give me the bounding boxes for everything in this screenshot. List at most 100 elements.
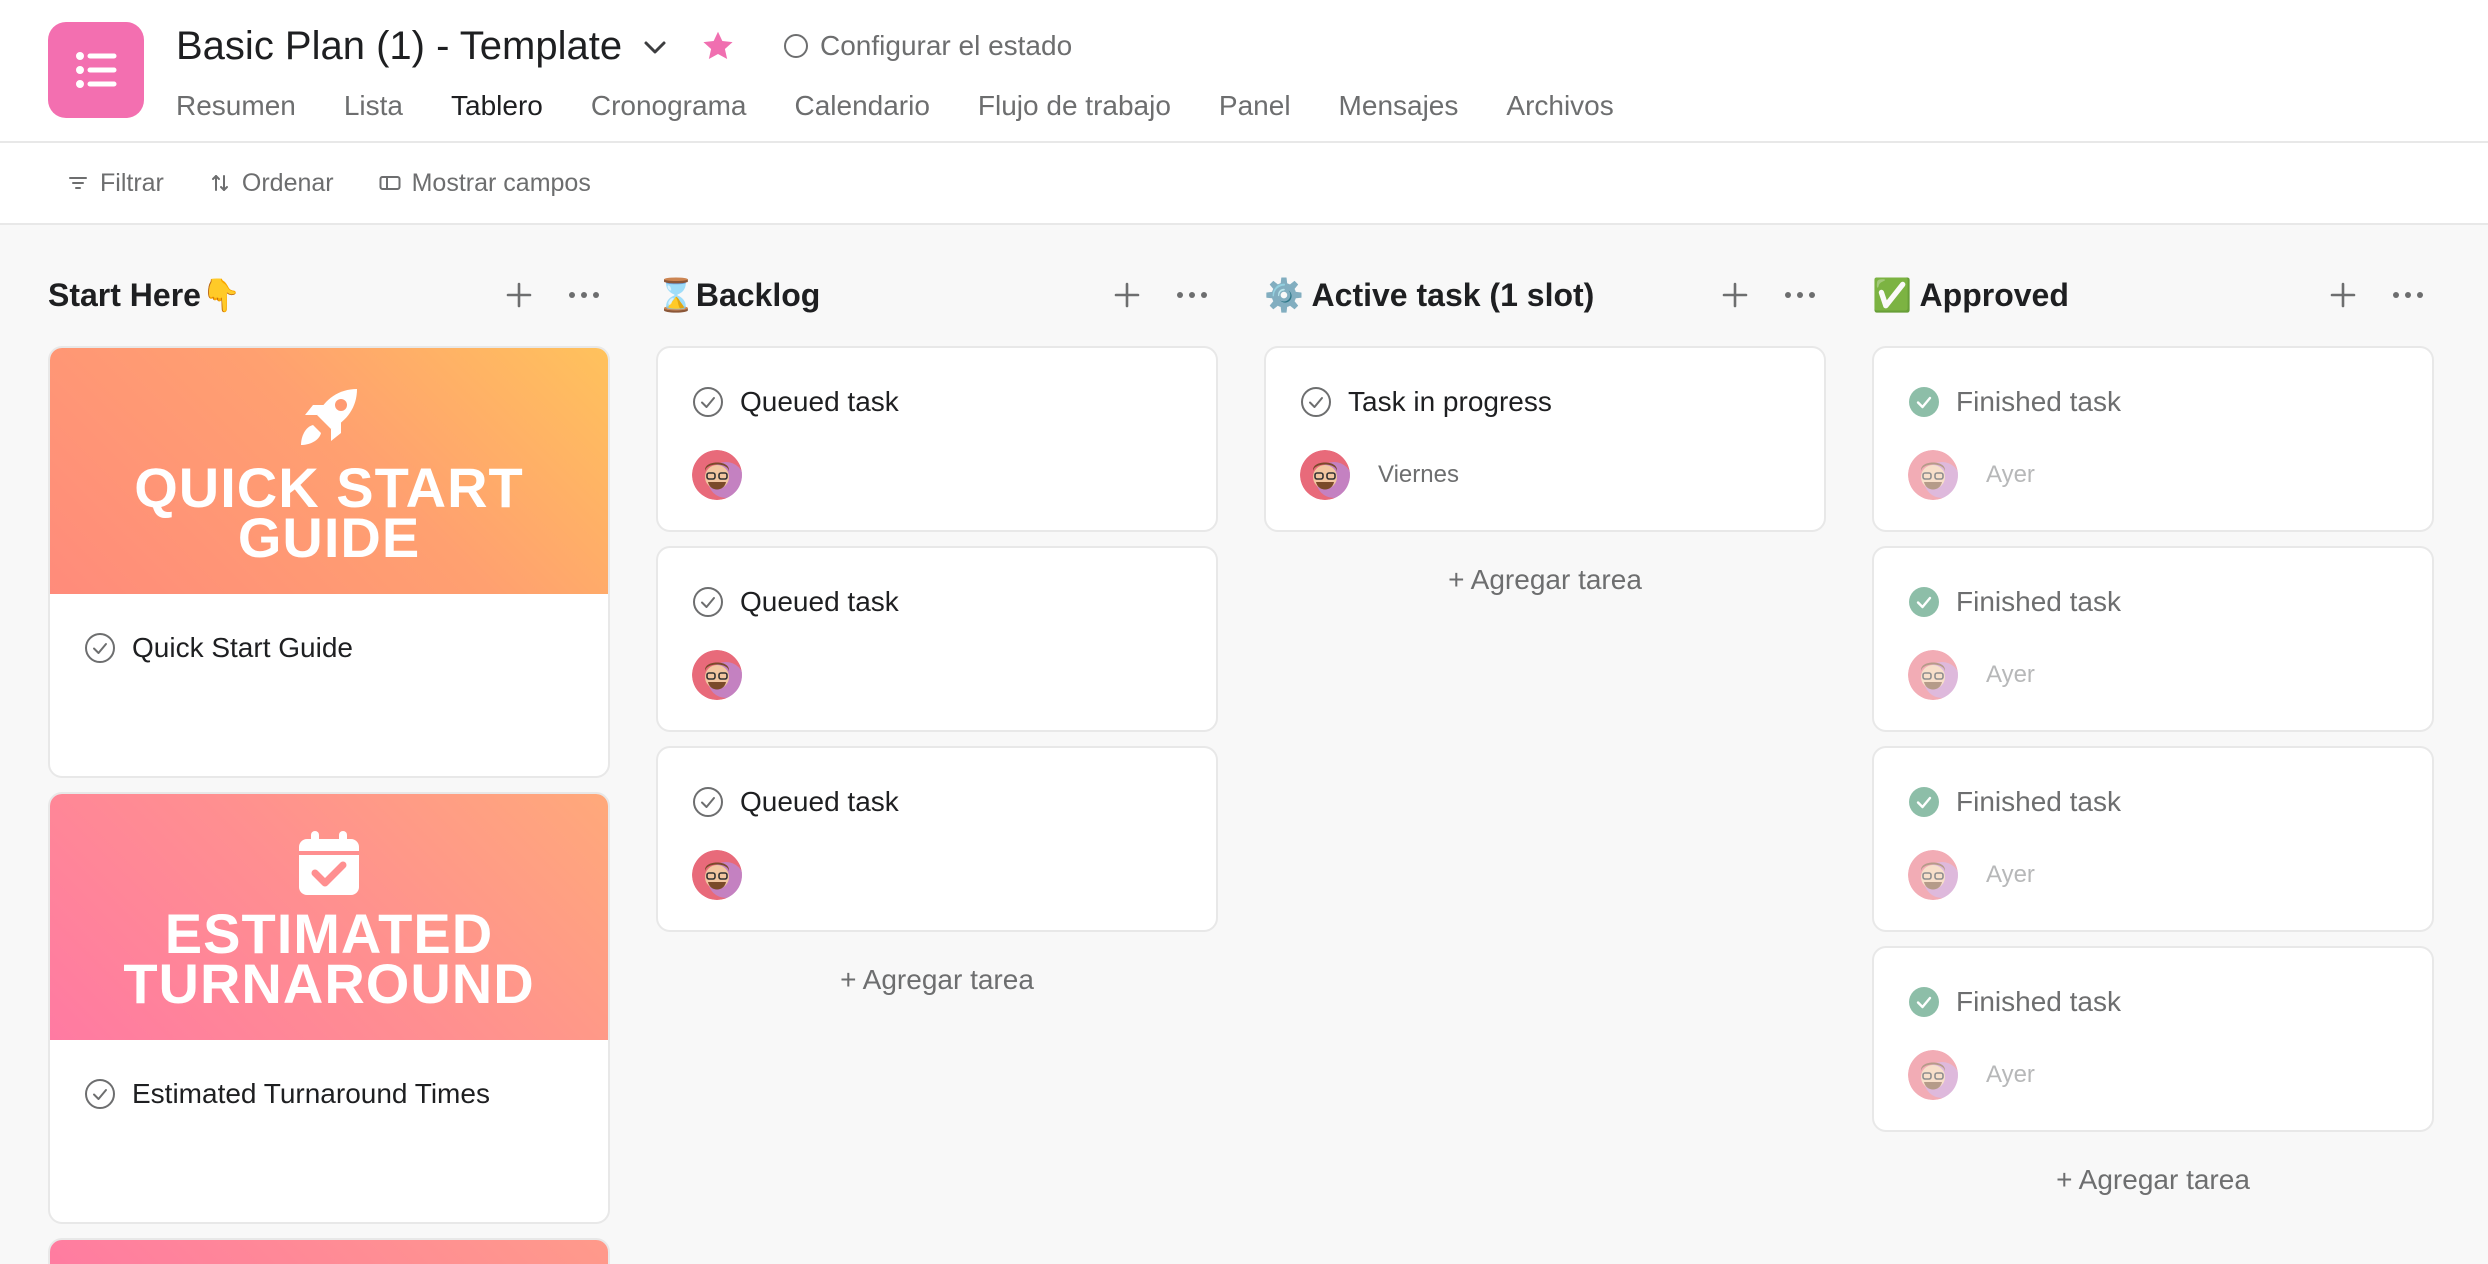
due-date: Ayer <box>1986 661 2035 688</box>
cover-title: ESTIMATED TURNAROUND <box>123 902 535 1015</box>
avatar[interactable] <box>692 850 742 900</box>
more-options-icon[interactable] <box>2388 278 2428 312</box>
task-title: Finished task <box>1956 786 2121 817</box>
sort-button[interactable]: Ordenar <box>208 169 334 198</box>
due-date: Ayer <box>1986 461 2035 488</box>
task-card-completed[interactable]: Finished task Ayer <box>1872 346 2434 532</box>
card-cover-image: ESTIMATED TURNAROUND <box>50 794 608 1040</box>
column-header: ✅ Approved <box>1872 262 2434 328</box>
board-column-backlog: ⌛Backlog Queued task Queued task Queued … <box>656 262 1218 995</box>
column-title: Start Here👇 <box>48 277 241 313</box>
more-options-icon[interactable] <box>1780 278 1820 312</box>
check-circle-icon[interactable] <box>692 586 724 618</box>
check-circle-icon[interactable] <box>84 632 116 664</box>
more-options-icon[interactable] <box>1172 278 1212 312</box>
task-card-completed[interactable]: Finished task Ayer <box>1872 946 2434 1132</box>
task-title: Finished task <box>1956 386 2121 417</box>
tab-lista[interactable]: Lista <box>344 86 403 143</box>
tab-cronograma[interactable]: Cronograma <box>591 86 747 143</box>
task-title: Estimated Turnaround Times <box>132 1078 490 1109</box>
board-column-start-here: Start Here👇 QUICK START GUIDE Quick Star… <box>48 262 610 1264</box>
task-card[interactable]: Queued task <box>656 546 1218 732</box>
avatar[interactable] <box>692 650 742 700</box>
column-title: ⚙️ Active task (1 slot) <box>1264 277 1595 313</box>
calendar-check-icon <box>299 831 359 895</box>
column-title: ✅ Approved <box>1872 277 2069 313</box>
task-card[interactable]: Queued task <box>656 346 1218 532</box>
avatar[interactable] <box>1908 1050 1958 1100</box>
plus-icon[interactable] <box>1110 278 1144 312</box>
project-title[interactable]: Basic Plan (1) - Template <box>176 20 622 72</box>
check-circle-icon[interactable] <box>692 386 724 418</box>
card-cover-image: QUICK START GUIDE <box>50 348 608 594</box>
cover-title: QUICK START GUIDE <box>134 456 524 569</box>
tab-panel[interactable]: Panel <box>1219 86 1291 143</box>
tab-resumen[interactable]: Resumen <box>176 86 296 143</box>
plus-icon[interactable] <box>502 278 536 312</box>
task-title: Task in progress <box>1348 386 1552 417</box>
check-circle-filled-icon[interactable] <box>1908 586 1940 618</box>
due-date: Ayer <box>1986 1061 2035 1088</box>
set-status-button[interactable]: Configurar el estado <box>784 24 1072 68</box>
add-task-button[interactable]: + Agregar tarea <box>1872 1164 2434 1196</box>
filter-label: Filtrar <box>100 168 164 197</box>
column-header: Start Here👇 <box>48 262 610 328</box>
task-card[interactable]: Queued task <box>656 746 1218 932</box>
task-card-completed[interactable]: Finished task Ayer <box>1872 546 2434 732</box>
set-status-label: Configurar el estado <box>820 30 1073 61</box>
task-card-completed[interactable]: Finished task Ayer <box>1872 746 2434 932</box>
task-title: Queued task <box>740 586 899 617</box>
task-card-partial[interactable] <box>48 1238 610 1264</box>
chevron-down-icon[interactable] <box>638 30 672 64</box>
more-options-icon[interactable] <box>564 278 604 312</box>
column-header: ⚙️ Active task (1 slot) <box>1264 262 1826 328</box>
plus-icon[interactable] <box>1718 278 1752 312</box>
tab-flujo-de-trabajo[interactable]: Flujo de trabajo <box>978 86 1171 143</box>
avatar[interactable] <box>1300 450 1350 500</box>
check-circle-icon[interactable] <box>84 1078 116 1110</box>
column-header: ⌛Backlog <box>656 262 1218 328</box>
board-toolbar: Filtrar Ordenar Mostrar campos <box>0 143 2488 225</box>
check-circle-icon[interactable] <box>692 786 724 818</box>
check-circle-icon[interactable] <box>1300 386 1332 418</box>
show-fields-button[interactable]: Mostrar campos <box>378 169 591 198</box>
star-icon[interactable] <box>700 28 736 64</box>
task-title: Queued task <box>740 786 899 817</box>
plus-icon[interactable] <box>2326 278 2360 312</box>
show-fields-label: Mostrar campos <box>411 168 591 197</box>
check-circle-filled-icon[interactable] <box>1908 986 1940 1018</box>
status-circle-icon <box>784 34 808 58</box>
tab-mensajes[interactable]: Mensajes <box>1339 86 1459 143</box>
filter-icon <box>69 177 87 189</box>
tab-calendario[interactable]: Calendario <box>794 86 929 143</box>
project-list-icon[interactable] <box>48 22 144 118</box>
sort-label: Ordenar <box>241 168 334 197</box>
fields-icon <box>379 176 401 190</box>
check-circle-filled-icon[interactable] <box>1908 786 1940 818</box>
task-title: Quick Start Guide <box>132 632 353 663</box>
task-card[interactable]: QUICK START GUIDE Quick Start Guide <box>48 346 610 778</box>
avatar[interactable] <box>1908 850 1958 900</box>
filter-button[interactable]: Filtrar <box>66 169 164 198</box>
add-task-button[interactable]: + Agregar tarea <box>1264 564 1826 596</box>
tab-archivos[interactable]: Archivos <box>1506 86 1613 143</box>
project-tabs: Resumen Lista Tablero Cronograma Calenda… <box>176 86 1662 158</box>
task-card[interactable]: ESTIMATED TURNAROUND Estimated Turnaroun… <box>48 792 610 1224</box>
board-column-approved: ✅ Approved Finished task Ayer Finished t… <box>1872 262 2434 1195</box>
avatar[interactable] <box>1908 450 1958 500</box>
task-card[interactable]: Task in progress Viernes <box>1264 346 1826 532</box>
check-circle-filled-icon[interactable] <box>1908 386 1940 418</box>
tab-tablero[interactable]: Tablero <box>451 86 543 158</box>
board-column-active-task: ⚙️ Active task (1 slot) Task in progress… <box>1264 262 1826 595</box>
sort-icon <box>211 175 228 191</box>
task-title: Finished task <box>1956 986 2121 1017</box>
task-title: Finished task <box>1956 586 2121 617</box>
avatar[interactable] <box>692 450 742 500</box>
project-header: Basic Plan (1) - Template Configurar el … <box>0 0 2488 158</box>
avatar[interactable] <box>1908 650 1958 700</box>
due-date: Ayer <box>1986 861 2035 888</box>
add-task-button[interactable]: + Agregar tarea <box>656 964 1218 996</box>
task-title: Queued task <box>740 386 899 417</box>
column-title: ⌛Backlog <box>656 277 821 313</box>
rocket-icon <box>301 389 357 445</box>
